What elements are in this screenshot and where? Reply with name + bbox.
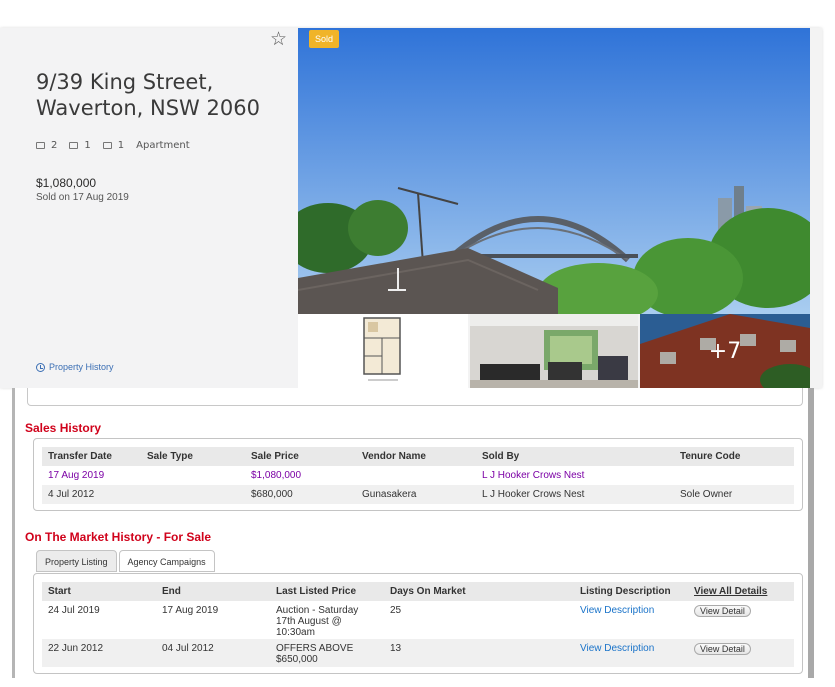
table-row: 17 Aug 2019 $1,080,000 L J Hooker Crows … (42, 466, 794, 485)
table-row: 24 Jul 2019 17 Aug 2019 Auction - Saturd… (42, 601, 794, 639)
previous-section-box (27, 388, 803, 406)
price-line: OFFERS ABOVE (276, 643, 354, 654)
vendor-name: Gunasakera (356, 485, 476, 504)
col-end: End (156, 582, 270, 601)
sold-date: Sold on 17 Aug 2019 (36, 192, 129, 203)
clock-icon (36, 362, 45, 372)
start-date: 24 Jul 2019 (48, 605, 100, 616)
baths-count: 1 (84, 140, 91, 151)
table-row: 4 Jul 2012 $680,000 Gunasakera L J Hooke… (42, 485, 794, 504)
days-on-market: 25 (390, 605, 402, 616)
price-line: 17th August @ (276, 616, 342, 627)
bed-icon (36, 142, 45, 149)
sales-history-table-box: Transfer Date Sale Type Sale Price Vendo… (33, 438, 803, 511)
sale-price: $1,080,000 (251, 470, 302, 481)
property-history-link[interactable]: Property History (36, 362, 114, 372)
market-history-tabs: Property Listing Agency Campaigns (36, 550, 215, 572)
sold-badge: Sold (309, 30, 339, 48)
view-description-link[interactable]: View Description (580, 643, 654, 654)
col-days-on-market: Days On Market (384, 582, 574, 601)
price-line: $650,000 (276, 654, 318, 665)
start-date: 22 Jun 2012 (42, 639, 156, 667)
tenure-code: Sole Owner (674, 485, 794, 504)
last-listed-price: OFFERS ABOVE $650,000 (270, 639, 384, 667)
living-room-image (470, 314, 638, 388)
col-listing-description: Listing Description (574, 582, 688, 601)
sale-type (141, 466, 245, 485)
last-listed-price: Auction - Saturday 17th August @ 10:30am (270, 601, 384, 639)
listing-info-panel: ☆ 9/39 King Street, Waverton, NSW 2060 2… (0, 28, 298, 388)
sale-type (141, 485, 245, 504)
col-vendor-name: Vendor Name (356, 447, 476, 466)
more-photos-count: +7 (708, 338, 742, 364)
listing-address: 9/39 King Street, Waverton, NSW 2060 (36, 69, 260, 121)
sold-by: L J Hooker Crows Nest (476, 485, 674, 504)
sold-by: L J Hooker Crows Nest (482, 470, 585, 481)
col-sale-price: Sale Price (245, 447, 356, 466)
transfer-date: 4 Jul 2012 (42, 485, 141, 504)
building-exterior-thumbnail[interactable]: +7 (640, 314, 810, 388)
sales-history-table: Transfer Date Sale Type Sale Price Vendo… (42, 447, 794, 504)
beds-count: 2 (51, 140, 58, 151)
view-detail-button[interactable]: View Detail (694, 643, 751, 655)
living-room-thumbnail[interactable] (470, 314, 638, 388)
sales-history-header-row: Transfer Date Sale Type Sale Price Vendo… (42, 447, 794, 466)
view-detail-button[interactable]: View Detail (694, 605, 751, 617)
tenure-code (674, 466, 794, 485)
end-date: 04 Jul 2012 (156, 639, 270, 667)
address-line-2: Waverton, NSW 2060 (36, 96, 260, 120)
view-all-details-link[interactable]: View All Details (688, 582, 794, 601)
end-date: 17 Aug 2019 (162, 605, 219, 616)
hero-photo[interactable] (298, 28, 810, 314)
history-panel: Sales History Transfer Date Sale Type Sa… (12, 388, 814, 678)
col-start: Start (42, 582, 156, 601)
market-history-table-box: Start End Last Listed Price Days On Mark… (33, 573, 803, 674)
col-last-listed-price: Last Listed Price (270, 582, 384, 601)
days-on-market: 13 (384, 639, 574, 667)
market-history-header-row: Start End Last Listed Price Days On Mark… (42, 582, 794, 601)
view-description-link[interactable]: View Description (580, 605, 654, 616)
star-icon[interactable]: ☆ (270, 28, 287, 50)
price-line: 10:30am (276, 627, 315, 638)
price-line: Auction - Saturday (276, 605, 359, 616)
listing-price: $1,080,000 (36, 176, 97, 190)
property-type: Apartment (136, 140, 190, 151)
sales-history-title: Sales History (25, 421, 102, 435)
listing-card: ☆ 9/39 King Street, Waverton, NSW 2060 2… (0, 28, 822, 388)
address-line-1: 9/39 King Street, (36, 70, 214, 94)
floorplan-image (363, 317, 401, 381)
sale-price: $680,000 (245, 485, 356, 504)
col-transfer-date: Transfer Date (42, 447, 141, 466)
car-icon (102, 142, 112, 149)
table-row: 22 Jun 2012 04 Jul 2012 OFFERS ABOVE $65… (42, 639, 794, 667)
harbour-bridge-photo (298, 28, 810, 314)
vendor-name (356, 466, 476, 485)
market-history-title: On The Market History - For Sale (25, 530, 212, 544)
cars-count: 1 (117, 140, 125, 151)
property-features: 2 1 1 Apartment (36, 140, 190, 151)
col-sale-type: Sale Type (141, 447, 245, 466)
transfer-date: 17 Aug 2019 (48, 470, 105, 481)
property-history-label: Property History (49, 362, 114, 372)
tab-property-listing[interactable]: Property Listing (36, 550, 117, 572)
floorplan-thumbnail[interactable] (298, 314, 468, 388)
market-history-table: Start End Last Listed Price Days On Mark… (42, 582, 794, 667)
tab-agency-campaigns[interactable]: Agency Campaigns (118, 550, 215, 572)
bath-icon (69, 142, 79, 149)
col-sold-by: Sold By (476, 447, 674, 466)
col-tenure-code: Tenure Code (674, 447, 794, 466)
